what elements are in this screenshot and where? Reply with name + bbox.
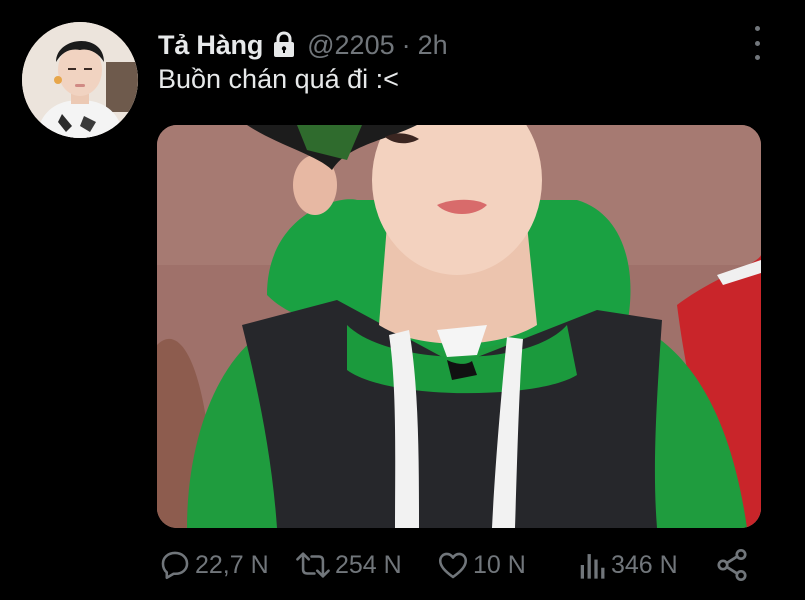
heart-icon <box>438 552 468 579</box>
share-button[interactable] <box>714 545 750 585</box>
lock-icon <box>271 30 297 60</box>
view-count: 346 N <box>611 550 678 579</box>
tweet-header: Tả Hàng @2205 · 2h <box>158 28 448 62</box>
views-button[interactable]: 346 N <box>578 545 678 585</box>
tweet-text: Buồn chán quá đi :< <box>158 64 399 94</box>
share-icon <box>717 548 747 582</box>
avatar[interactable] <box>22 22 138 138</box>
retweet-icon <box>296 552 330 578</box>
separator-dot: · <box>401 29 411 60</box>
retweet-button[interactable]: 254 N <box>294 545 402 585</box>
tweet-actions: 22,7 N 254 N 10 N 346 N <box>0 545 805 585</box>
like-count: 10 N <box>473 550 526 579</box>
tweet-photo[interactable] <box>157 125 761 528</box>
retweet-count: 254 N <box>335 550 402 579</box>
timestamp[interactable]: 2h <box>418 30 448 61</box>
reply-icon <box>161 551 189 580</box>
tweet[interactable]: Tả Hàng @2205 · 2h Buồn chán quá đi :< 2… <box>0 0 805 600</box>
reply-button[interactable]: 22,7 N <box>158 545 269 585</box>
analytics-icon <box>580 554 605 579</box>
avatar-image <box>22 22 138 138</box>
like-button[interactable]: 10 N <box>436 545 526 585</box>
photo-image <box>157 125 761 528</box>
reply-count: 22,7 N <box>195 550 269 579</box>
display-name[interactable]: Tả Hàng <box>158 30 263 61</box>
more-options-icon[interactable] <box>745 26 769 60</box>
handle[interactable]: @2205 <box>307 30 394 61</box>
